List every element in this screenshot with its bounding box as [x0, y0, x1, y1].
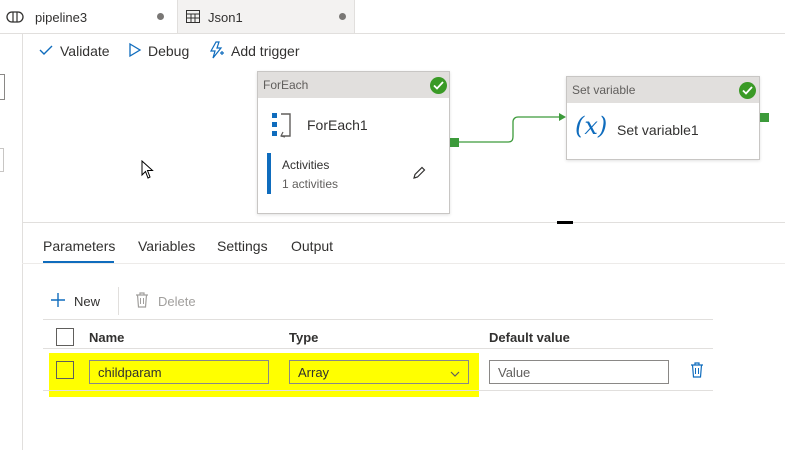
- delete-parameter-button[interactable]: Delete: [135, 291, 196, 311]
- table-icon: [186, 10, 200, 26]
- new-label: New: [74, 293, 101, 309]
- tab-divider: [0, 33, 785, 34]
- tab-pipeline3-label: pipeline3: [35, 10, 88, 25]
- properties-tabs-divider: [22, 263, 785, 264]
- set-variable-node-header: Set variable: [567, 77, 759, 103]
- parameter-name-value: childparam: [98, 364, 162, 380]
- side-panel-border: [22, 33, 23, 450]
- set-variable-node-name: Set variable1: [617, 122, 699, 138]
- column-header-default-value: Default value: [489, 330, 570, 345]
- splitter-handle[interactable]: [557, 221, 573, 224]
- tab-pipeline3[interactable]: pipeline3: [0, 0, 177, 33]
- success-check-icon: [430, 77, 447, 94]
- set-variable-success-connector[interactable]: [760, 113, 769, 122]
- tab-json1-label: Json1: [208, 10, 243, 25]
- tab-settings[interactable]: Settings: [217, 238, 268, 254]
- grid-row-rule: [43, 390, 713, 391]
- parameter-type-select[interactable]: Array: [289, 360, 469, 384]
- add-trigger-label: Add trigger: [231, 43, 300, 59]
- row-select-checkbox[interactable]: [56, 361, 74, 379]
- debug-button[interactable]: Debug: [128, 40, 189, 62]
- foreach-activities-panel[interactable]: Activities 1 activities: [267, 153, 439, 194]
- variable-x-icon: (x): [575, 112, 608, 140]
- set-variable-activity-node[interactable]: Set variable (x) Set variable1: [566, 76, 760, 160]
- trash-icon: [135, 291, 149, 311]
- grid-header-rule: [43, 348, 713, 349]
- mouse-cursor-icon: [141, 159, 155, 183]
- parameter-type-value: Array: [298, 364, 330, 380]
- unsaved-dot-icon[interactable]: [339, 13, 346, 20]
- foreach-icon: [271, 111, 293, 142]
- tab-output[interactable]: Output: [291, 238, 333, 254]
- tab-json1[interactable]: Json1: [177, 0, 355, 33]
- play-icon: [128, 42, 142, 61]
- activity-dependency-arrow: [458, 113, 566, 143]
- canvas-properties-divider: [22, 222, 785, 223]
- unsaved-dot-icon[interactable]: [157, 13, 164, 20]
- foreach-node-type: ForEach: [263, 78, 309, 92]
- success-check-icon: [739, 82, 756, 99]
- pipeline-icon: [6, 10, 24, 27]
- foreach-activity-node[interactable]: ForEach ForEach1 Activities 1 activities: [257, 71, 450, 214]
- tab-parameters[interactable]: Parameters: [43, 238, 115, 254]
- toolbar-separator: [118, 287, 119, 315]
- checkmark-icon: [38, 43, 54, 60]
- trigger-icon: [207, 40, 225, 62]
- chevron-down-icon: [450, 367, 460, 382]
- set-variable-node-type: Set variable: [572, 83, 636, 97]
- side-panel-fragment: [0, 148, 4, 172]
- default-value-placeholder: Value: [498, 364, 531, 380]
- select-all-checkbox[interactable]: [56, 328, 74, 346]
- table-row: childparam Array Value: [43, 352, 713, 390]
- debug-label: Debug: [148, 43, 190, 59]
- activities-label: Activities: [282, 158, 330, 172]
- grid-top-rule: [43, 319, 713, 320]
- active-tab-indicator: [43, 261, 114, 263]
- default-value-input[interactable]: Value: [489, 360, 669, 384]
- activities-count: 1 activities: [282, 177, 339, 191]
- side-panel-input-fragment[interactable]: [0, 74, 5, 100]
- parameter-name-input[interactable]: childparam: [89, 360, 269, 384]
- tab-variables[interactable]: Variables: [138, 238, 195, 254]
- foreach-node-name: ForEach1: [307, 117, 368, 133]
- plus-icon: [50, 292, 66, 311]
- foreach-node-header: ForEach: [258, 72, 449, 98]
- row-delete-trash-icon[interactable]: [690, 362, 704, 381]
- column-header-name: Name: [89, 330, 125, 345]
- new-parameter-button[interactable]: New: [50, 291, 100, 311]
- validate-button[interactable]: Validate: [38, 40, 110, 62]
- validate-label: Validate: [60, 43, 110, 59]
- add-trigger-button[interactable]: Add trigger: [207, 40, 299, 62]
- delete-label: Delete: [158, 293, 196, 309]
- column-header-type: Type: [289, 330, 319, 345]
- edit-pencil-icon[interactable]: [411, 165, 427, 184]
